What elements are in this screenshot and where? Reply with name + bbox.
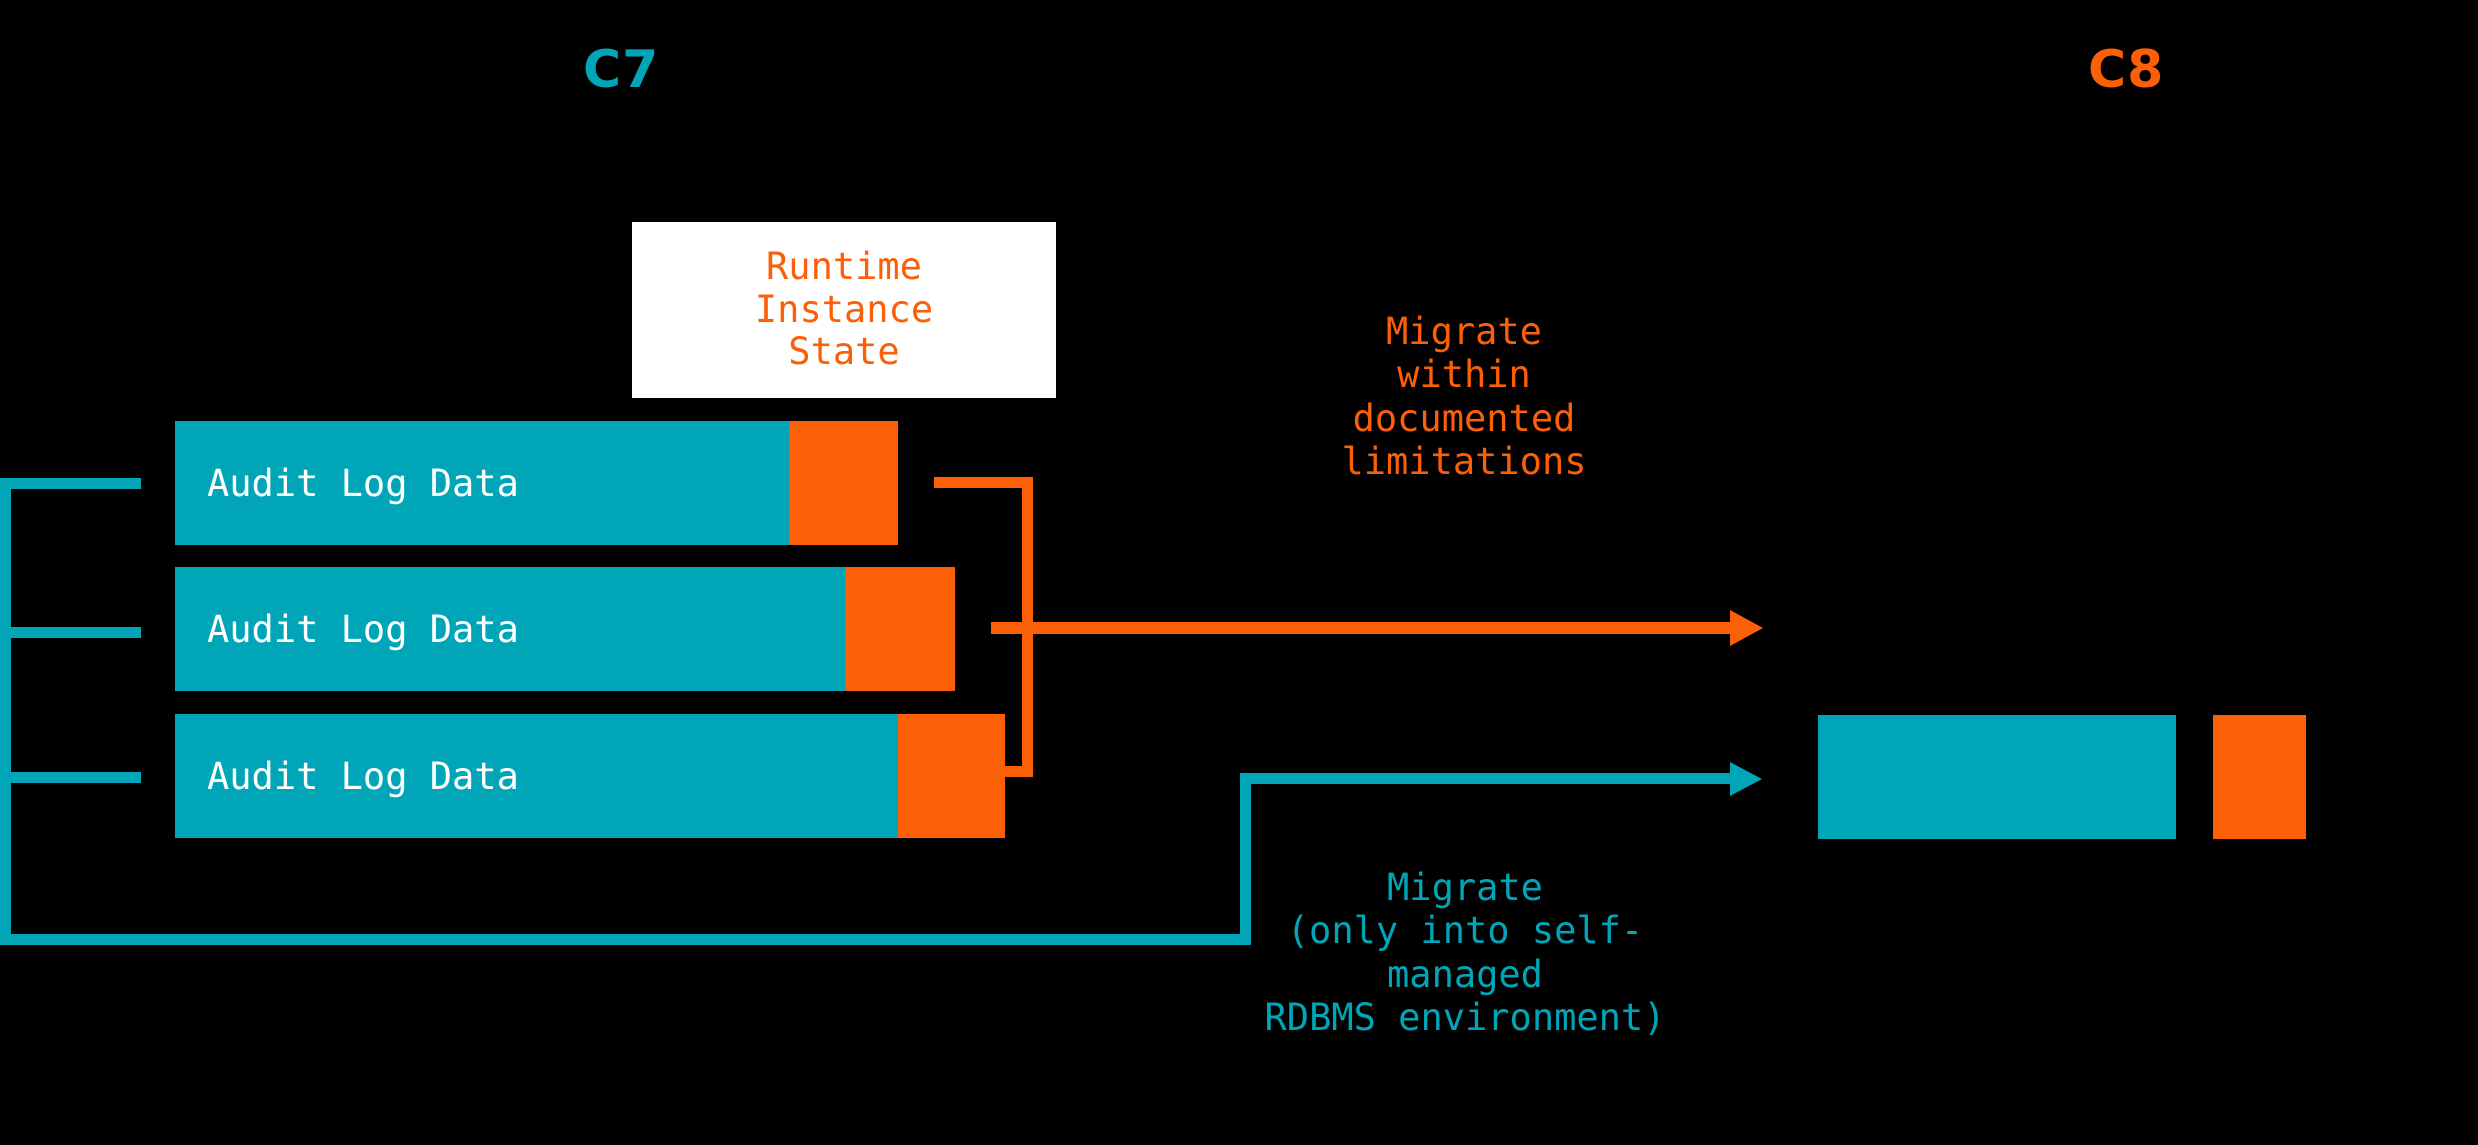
teal-migrate-arrow-shaft <box>1240 773 1736 784</box>
left-bracket-bottom-run <box>0 934 1251 945</box>
teal-arrow-caption: Migrate (only into self- managed RDBMS e… <box>1264 866 1666 1039</box>
c8-teal-target-box <box>1818 715 2176 839</box>
audit-log-bar-teal-segment: Audit Log Data <box>175 567 845 691</box>
audit-log-bar-teal-segment: Audit Log Data <box>175 421 789 545</box>
orange-bracket-stub-bottom <box>955 766 1033 777</box>
audit-log-bar-label: Audit Log Data <box>207 754 519 798</box>
column-heading-c8: C8 <box>2088 40 2165 100</box>
audit-log-bar-teal-segment: Audit Log Data <box>175 714 898 838</box>
audit-log-bar-label: Audit Log Data <box>207 461 519 505</box>
left-bracket-stub-1 <box>0 478 141 489</box>
audit-log-bar-orange-segment <box>789 421 898 545</box>
left-bracket-stub-2 <box>0 627 141 638</box>
audit-log-bar: Audit Log Data <box>175 714 1005 838</box>
c8-orange-target-box <box>2213 715 2306 839</box>
audit-log-bar: Audit Log Data <box>175 421 898 545</box>
left-bracket-stub-3 <box>0 772 141 783</box>
diagram-canvas: C7 C8 Runtime Instance State Audit Log D… <box>0 0 2478 1145</box>
runtime-instance-state-label: Runtime Instance State <box>754 244 934 374</box>
orange-migrate-arrow-shaft <box>991 622 1736 634</box>
orange-arrowhead-icon <box>1730 610 1763 646</box>
teal-arrowhead-icon <box>1730 762 1762 796</box>
left-bracket-vertical <box>0 478 11 945</box>
audit-log-bar-label: Audit Log Data <box>207 607 519 651</box>
audit-log-bar: Audit Log Data <box>175 567 955 691</box>
orange-bracket-stub-top <box>934 477 1033 488</box>
orange-arrow-caption: Migrate within documented limitations <box>1341 310 1587 483</box>
column-heading-c7: C7 <box>583 40 660 100</box>
runtime-instance-state-card: Runtime Instance State <box>632 222 1056 398</box>
audit-log-bar-orange-segment <box>845 567 955 691</box>
